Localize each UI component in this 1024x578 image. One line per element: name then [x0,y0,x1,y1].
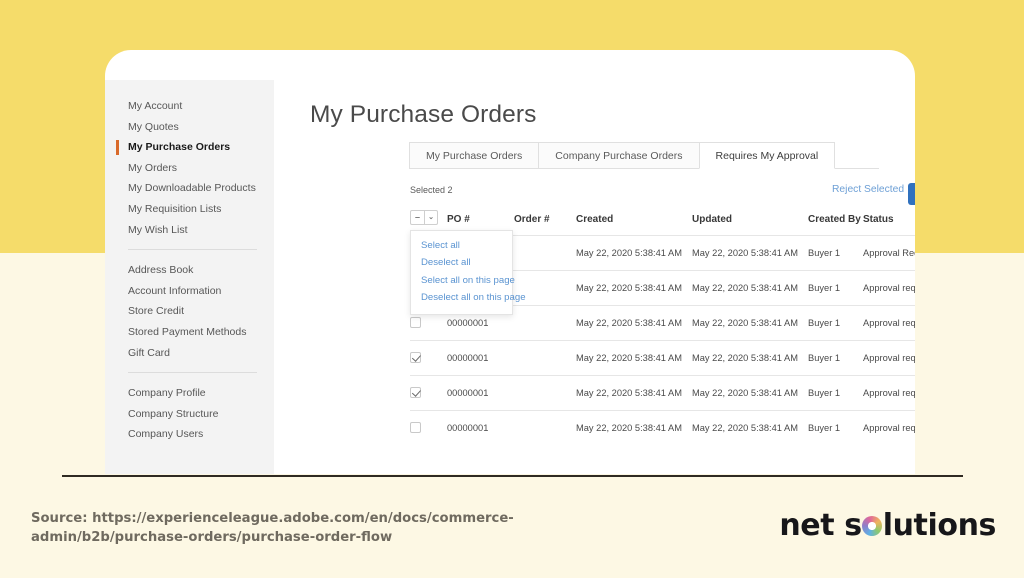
cell-created-by: Buyer 1 [808,340,863,376]
cell-updated-date: May 22, 2020 5:38:41 AM [692,410,808,445]
dropdown-item-select-all[interactable]: Select all [411,237,512,254]
sidebar-item-my-quotes[interactable]: My Quotes [105,117,274,138]
logo-text-first: net s [779,508,862,543]
cell-status: Approval required [863,270,915,306]
cell-po-number: 00000001 [447,375,514,411]
cell-created-by: Buyer 1 [808,375,863,411]
sidebar-item-my-account[interactable]: My Account [105,96,274,117]
th-updated[interactable]: Updated [692,210,808,236]
cell-updated-date: May 22, 2020 5:38:41 AM [692,340,808,376]
app-screenshot-card: My Account My Quotes My Purchase Orders My … [105,50,915,474]
table-row[interactable]: 00000001 May 22, 2020 5:38:41 AMMay 22, 2… [410,410,915,445]
cell-po-number: 00000001 [447,410,514,445]
sidebar-item-gift-card[interactable]: Gift Card [105,343,274,364]
cell-order-number [514,235,576,271]
tab-list: My Purchase Orders Company Purchase Order… [409,142,836,169]
th-status[interactable]: Status [863,210,915,236]
tab-requires-my-approval[interactable]: Requires My Approval [698,142,836,169]
sidebar-item-account-information[interactable]: Account Information [105,281,274,302]
th-order-number[interactable]: Order # [514,210,576,236]
table-row[interactable]: 00000001 May 22, 2020 5:38:41 AMMay 22, 2… [410,375,915,411]
th-created[interactable]: Created [576,210,692,236]
sidebar-group: Company Profile Company Structure Company … [105,383,274,445]
sidebar-item-my-downloadable-products[interactable]: My Downloadable Products [105,178,274,199]
cell-po-number: 00000001 [447,340,514,376]
cell-created-by: Buyer 1 [808,235,863,271]
net-solutions-logo: net s lutions [779,508,996,543]
approve-selected-button[interactable]: Approve selected [908,183,915,205]
page-title: My Purchase Orders [310,101,537,129]
sidebar-item-company-structure[interactable]: Company Structure [105,404,274,425]
cell-created-date: May 22, 2020 5:38:41 AM [576,305,692,341]
cell-created-by: Buyer 1 [808,305,863,341]
logo-gradient-o-icon [862,516,883,536]
cell-created-date: May 22, 2020 5:38:41 AM [576,410,692,445]
selected-count-label: Selected 2 [410,185,453,195]
table-row[interactable]: 00000001 May 22, 2020 5:38:41 AMMay 22, 2… [410,340,915,376]
tab-my-purchase-orders[interactable]: My Purchase Orders [409,142,540,169]
th-created-by[interactable]: Created By [808,210,863,236]
sidebar-item-company-users[interactable]: Company Users [105,424,274,445]
cell-order-number [514,340,576,376]
account-sidebar: My Account My Quotes My Purchase Orders My … [105,80,274,474]
cell-created-date: May 22, 2020 5:38:41 AM [576,375,692,411]
sidebar-group: My Account My Quotes My Purchase Orders My … [105,96,274,240]
sidebar-group: Address Book Account Information Store Cre… [105,260,274,363]
chevron-down-icon: ⌄ [424,211,437,224]
cell-created-by: Buyer 1 [808,270,863,306]
dropdown-item-deselect-all[interactable]: Deselect all [411,254,512,271]
cell-created-date: May 22, 2020 5:38:41 AM [576,270,692,306]
row-checkbox-cell [410,375,447,411]
mass-select-control[interactable]: – ⌄ [410,210,438,225]
tab-bar: My Purchase Orders Company Purchase Order… [409,141,879,169]
cell-status: Approval required [863,305,915,341]
cell-created-date: May 22, 2020 5:38:41 AM [576,340,692,376]
cell-order-number [514,375,576,411]
row-checkbox-cell [410,410,447,445]
sidebar-item-my-purchase-orders[interactable]: My Purchase Orders [105,137,274,158]
sidebar-item-address-book[interactable]: Address Book [105,260,274,281]
row-checkbox[interactable] [410,386,421,398]
dropdown-item-select-all-on-this-page[interactable]: Select all on this page [411,272,515,289]
mass-select-dash-icon: – [414,212,420,222]
cell-status: Approval required [863,410,915,445]
cell-updated-date: May 22, 2020 5:38:41 AM [692,270,808,306]
sidebar-item-my-requisition-lists[interactable]: My Requisition Lists [105,199,274,220]
dropdown-item-deselect-all-on-this-page[interactable]: Deselect all on this page [411,289,526,306]
cell-updated-date: May 22, 2020 5:38:41 AM [692,235,808,271]
sidebar-item-stored-payment-methods[interactable]: Stored Payment Methods [105,322,274,343]
footer-divider [62,475,963,477]
tab-company-purchase-orders[interactable]: Company Purchase Orders [538,142,700,169]
cell-status: Approval required [863,340,915,376]
cell-created-date: May 22, 2020 5:38:41 AM [576,235,692,271]
sidebar-item-my-orders[interactable]: My Orders [105,158,274,179]
cell-updated-date: May 22, 2020 5:38:41 AM [692,375,808,411]
sidebar-item-store-credit[interactable]: Store Credit [105,301,274,322]
cell-status: Approval Required [863,235,915,271]
sidebar-group-list: My Account My Quotes My Purchase Orders My … [105,96,274,445]
cell-created-by: Buyer 1 [808,410,863,445]
row-checkbox[interactable] [410,351,421,363]
source-attribution: Source: https://experienceleague.adobe.c… [31,511,514,545]
cell-order-number [514,410,576,445]
sidebar-divider [128,249,257,251]
reject-selected-button[interactable]: Reject Selected [832,184,904,195]
cell-status: Approval required [863,375,915,411]
row-checkbox-cell [410,340,447,376]
row-checkbox[interactable] [410,421,421,433]
cell-updated-date: May 22, 2020 5:38:41 AM [692,305,808,341]
logo-text-second: lutions [882,508,997,543]
mass-select-dropdown: Select all Deselect all Select all on this… [410,230,526,315]
cell-order-number [514,305,576,341]
main-content: My Purchase Orders My Purchase Orders Com… [274,50,915,474]
row-checkbox[interactable] [410,316,421,328]
sidebar-divider [128,372,257,374]
sidebar-item-company-profile[interactable]: Company Profile [105,383,274,404]
sidebar-item-my-wish-list[interactable]: My Wish List [105,220,274,241]
